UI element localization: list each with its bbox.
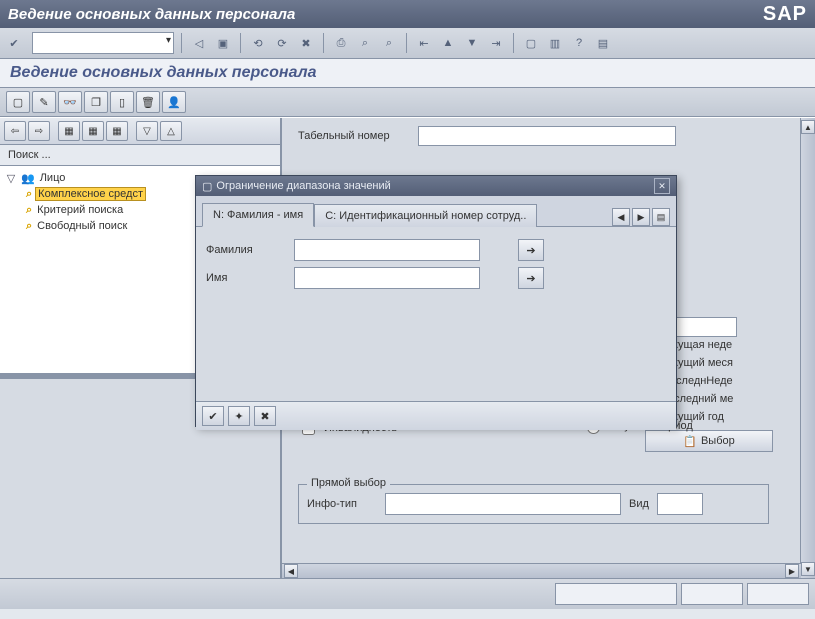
tool1-icon[interactable]: ▦: [58, 121, 80, 141]
dialog-title: Ограничение диапазона значений: [216, 180, 390, 192]
dialog-body: Фамилия ➔ Имя ➔: [196, 227, 676, 401]
firstname-more-button[interactable]: ➔: [518, 267, 544, 289]
sap-logo: SAP: [763, 3, 807, 26]
tab-name[interactable]: N: Фамилия - имя: [202, 203, 314, 227]
app-toolbar: ▢ ✎ 👓 ❐ ▯ 🗑 👤: [0, 88, 815, 117]
create-button[interactable]: ▢: [6, 91, 30, 113]
status-cell-3: [747, 583, 809, 605]
delimit-button[interactable]: ▯: [110, 91, 134, 113]
lastname-input[interactable]: [294, 239, 480, 261]
system-toolbar: ✔ ▾ ◁ ▣ ⟲ ⟳ ✖ ⎙ ⌕ ⌕ ⇤ ▲ ▼ ⇥ ▢ ▥ ? ▤: [0, 28, 815, 59]
lastname-more-button[interactable]: ➔: [518, 239, 544, 261]
vid-label: Вид: [629, 498, 649, 510]
delete-button[interactable]: 🗑: [136, 91, 160, 113]
scroll-up-icon[interactable]: ▲: [801, 120, 815, 134]
status-cell-1: [555, 583, 677, 605]
cancel-icon[interactable]: ✖: [296, 33, 316, 53]
tree-root-label: Лицо: [38, 172, 68, 184]
expand-icon[interactable]: ▽: [136, 121, 158, 141]
dialog-check-button[interactable]: ✦: [228, 406, 250, 426]
tab-next-icon[interactable]: ▶: [632, 208, 650, 226]
vid-input[interactable]: [657, 493, 703, 515]
dialog-tabstrip: N: Фамилия - имя C: Идентификационный но…: [196, 196, 676, 227]
scroll-right-icon[interactable]: ▶: [785, 564, 799, 578]
copy-button[interactable]: ❐: [84, 91, 108, 113]
command-field[interactable]: ▾: [32, 32, 174, 54]
left-toolbar: ⇦ ⇨ ▦ ▦ ▦ ▽ △: [0, 118, 280, 145]
find-next-icon[interactable]: ⌕: [379, 33, 399, 53]
last-page-icon[interactable]: ⇥: [486, 33, 506, 53]
edit-button[interactable]: ✎: [32, 91, 56, 113]
infotype-label: Инфо-тип: [307, 498, 377, 510]
dialog-footer: ✔ ✦ ✖: [196, 401, 676, 430]
ok-icon[interactable]: ✔: [4, 33, 24, 53]
infotype-input[interactable]: [385, 493, 621, 515]
shortcut-icon[interactable]: ▥: [545, 33, 565, 53]
page-title-text: Ведение основных данных персонала: [10, 64, 317, 82]
status-cell-2: [681, 583, 743, 605]
direct-select-legend: Прямой выбор: [307, 477, 390, 489]
prev-page-icon[interactable]: ▲: [438, 33, 458, 53]
find-icon[interactable]: ⌕: [355, 33, 375, 53]
horizontal-scrollbar[interactable]: ◀ ▶: [282, 563, 801, 578]
window-titlebar: Ведение основных данных персонала SAP: [0, 0, 815, 28]
display-button[interactable]: 👓: [58, 91, 82, 113]
save-icon[interactable]: ▣: [213, 33, 233, 53]
scroll-down-icon[interactable]: ▼: [801, 562, 815, 576]
value-restriction-dialog: ▢ Ограничение диапазона значений ✕ N: Фам…: [195, 175, 677, 427]
tab-idnumber[interactable]: C: Идентификационный номер сотруд..: [314, 204, 537, 227]
dialog-accept-button[interactable]: ✔: [202, 406, 224, 426]
nav-fwd-icon[interactable]: ⇨: [28, 121, 50, 141]
back-icon[interactable]: ◁: [189, 33, 209, 53]
tab-prev-icon[interactable]: ◀: [612, 208, 630, 226]
tool2-icon[interactable]: ▦: [82, 121, 104, 141]
next-page-icon[interactable]: ▼: [462, 33, 482, 53]
layout-icon[interactable]: ▤: [593, 33, 613, 53]
personnel-number-input[interactable]: [418, 126, 676, 146]
status-bar: [0, 578, 815, 609]
vertical-scrollbar[interactable]: ▲ ▼: [800, 118, 815, 578]
nav-back-icon[interactable]: ⇦: [4, 121, 26, 141]
dialog-icon: ▢: [202, 180, 212, 193]
dialog-titlebar[interactable]: ▢ Ограничение диапазона значений ✕: [196, 176, 676, 196]
tool3-icon[interactable]: ▦: [106, 121, 128, 141]
window-title: Ведение основных данных персонала: [8, 6, 295, 23]
dialog-close-icon[interactable]: ✕: [654, 178, 670, 194]
search-label: Поиск ...: [0, 145, 280, 166]
firstname-label: Имя: [206, 272, 286, 284]
first-page-icon[interactable]: ⇤: [414, 33, 434, 53]
overview-button[interactable]: 👤: [162, 91, 186, 113]
scroll-left-icon[interactable]: ◀: [284, 564, 298, 578]
tab-list-icon[interactable]: ▤: [652, 208, 670, 226]
collapse-icon[interactable]: △: [160, 121, 182, 141]
dialog-cancel-button[interactable]: ✖: [254, 406, 276, 426]
help-icon[interactable]: ?: [569, 33, 589, 53]
personnel-number-label: Табельный номер: [298, 130, 408, 142]
page-title: Ведение основных данных персонала: [0, 59, 815, 88]
lastname-label: Фамилия: [206, 244, 286, 256]
exit-icon[interactable]: ⟳: [272, 33, 292, 53]
print-icon[interactable]: ⎙: [331, 33, 351, 53]
new-session-icon[interactable]: ▢: [521, 33, 541, 53]
firstname-input[interactable]: [294, 267, 480, 289]
back2-icon[interactable]: ⟲: [248, 33, 268, 53]
